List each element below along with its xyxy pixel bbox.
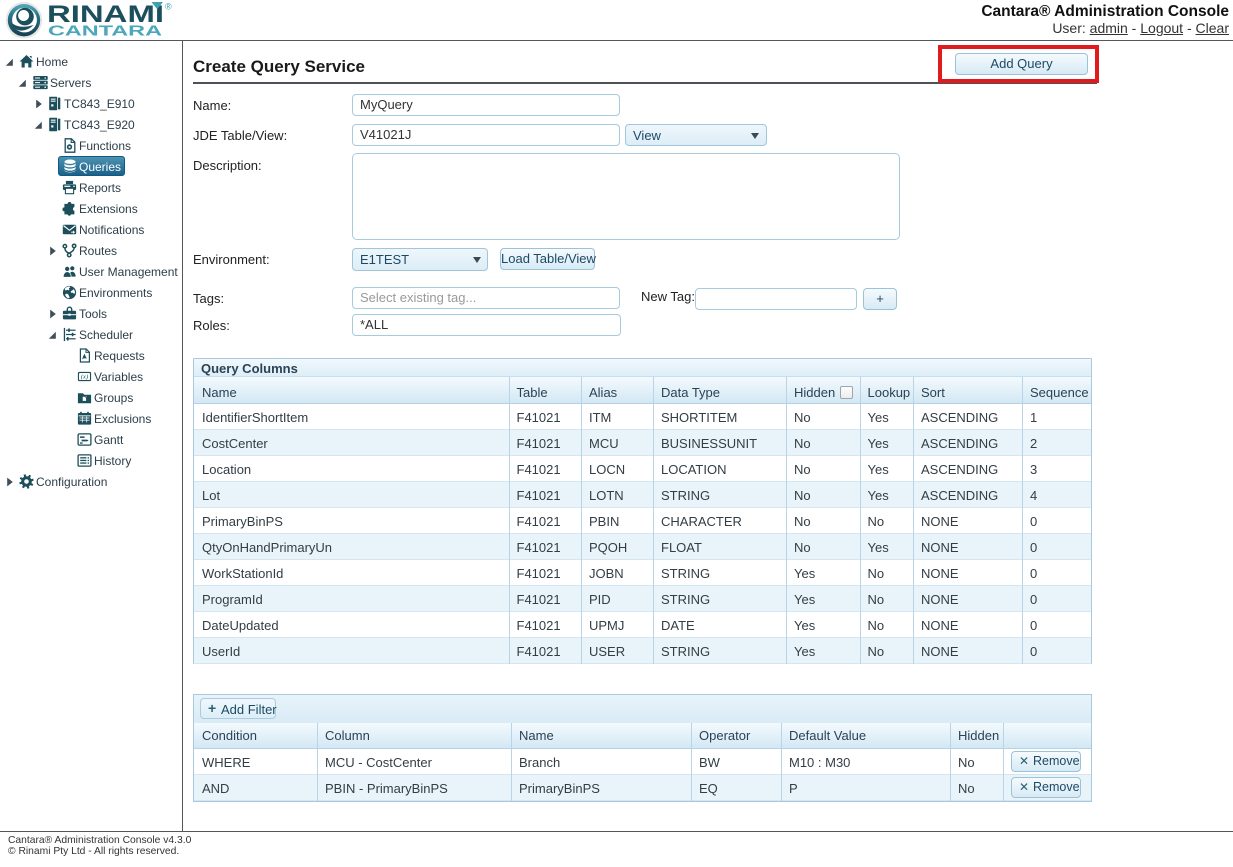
svg-text:®: ®: [165, 2, 172, 12]
svg-text:CANTARA: CANTARA: [48, 24, 163, 40]
